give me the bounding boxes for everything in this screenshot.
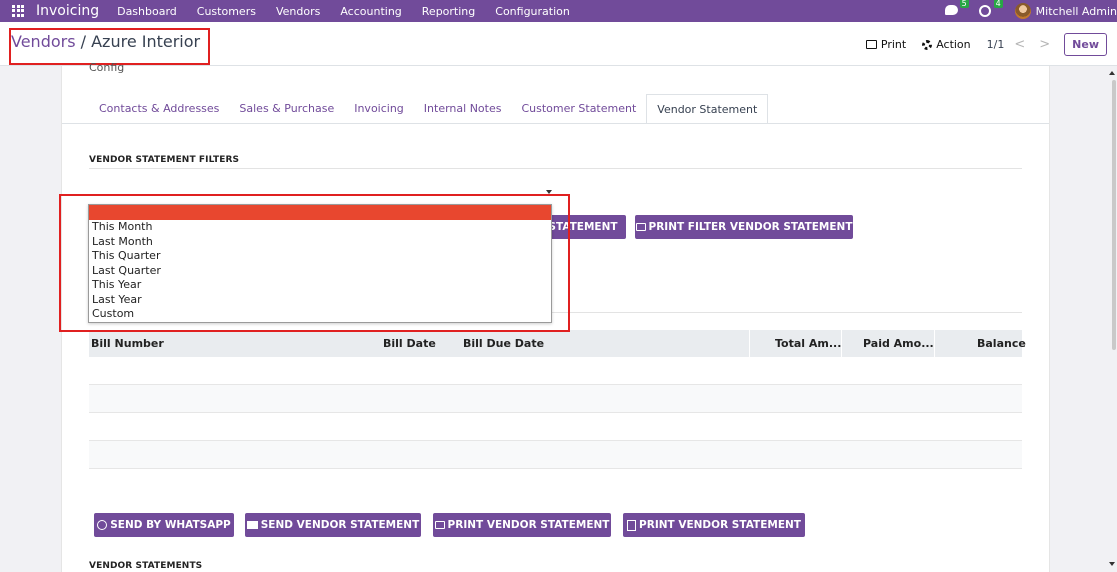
user-avatar[interactable] xyxy=(1014,3,1031,19)
col-bill-due-date[interactable]: Bill Due Date xyxy=(463,337,544,350)
pager-value[interactable]: 1/1 xyxy=(987,38,1005,51)
col-separator xyxy=(749,330,750,357)
printer-icon xyxy=(865,40,877,49)
tab-contacts-addresses[interactable]: Contacts & Addresses xyxy=(89,94,229,124)
col-separator xyxy=(841,330,842,357)
table-row xyxy=(89,357,1022,385)
tab-invoicing[interactable]: Invoicing xyxy=(344,94,414,124)
col-paid-amount[interactable]: Paid Amo... xyxy=(863,337,934,350)
pager-prev-button[interactable]: < xyxy=(1014,37,1025,52)
col-bill-number[interactable]: Bill Number xyxy=(91,337,164,350)
tab-sales-purchase[interactable]: Sales & Purchase xyxy=(229,94,344,124)
menu-accounting[interactable]: Accounting xyxy=(330,5,411,18)
menu-configuration[interactable]: Configuration xyxy=(485,5,580,18)
pdf-file-icon xyxy=(627,519,637,531)
table-row xyxy=(89,441,1022,469)
statements-section-title: VENDOR STATEMENTS xyxy=(89,561,203,571)
scroll-up-arrow-icon[interactable] xyxy=(1109,71,1115,75)
col-bill-date[interactable]: Bill Date xyxy=(383,337,436,350)
tab-customer-statement[interactable]: Customer Statement xyxy=(511,94,646,124)
printer-icon xyxy=(434,521,445,529)
menu-dashboard[interactable]: Dashboard xyxy=(107,5,187,18)
whatsapp-icon xyxy=(97,520,108,530)
scroll-down-arrow-icon[interactable] xyxy=(1109,562,1115,566)
print-filter-vendor-statement-button[interactable]: PRINT FILTER VENDOR STATEMENT xyxy=(635,215,853,239)
messages-badge: 5 xyxy=(959,0,969,8)
tab-vendor-statement[interactable]: Vendor Statement xyxy=(646,94,769,124)
send-by-whatsapp-button[interactable]: SEND BY WHATSAPP xyxy=(94,513,234,537)
print-button[interactable]: Print xyxy=(865,38,907,51)
control-panel-actions: Print Action 1/1 < > New xyxy=(865,33,1107,56)
gear-icon xyxy=(922,39,933,50)
menu-customers[interactable]: Customers xyxy=(187,5,266,18)
menu-reporting[interactable]: Reporting xyxy=(412,5,485,18)
app-brand[interactable]: Invoicing xyxy=(36,3,99,19)
filters-divider xyxy=(89,168,1022,169)
messages-button[interactable]: 5 xyxy=(944,0,969,17)
main-menu: Dashboard Customers Vendors Accounting R… xyxy=(107,5,580,18)
col-separator xyxy=(934,330,935,357)
app-menu-icon[interactable] xyxy=(12,4,25,18)
whatsapp-label: SEND BY WHATSAPP xyxy=(110,519,231,531)
activities-button[interactable]: 4 xyxy=(978,0,1003,17)
col-balance[interactable]: Balance xyxy=(977,337,1026,350)
printer-icon xyxy=(635,223,646,231)
cut-off-label: Config xyxy=(89,61,125,74)
tabs-divider xyxy=(62,123,1049,124)
print-vendor-statement-pdf-button[interactable]: PRINT VENDOR STATEMENT xyxy=(623,513,805,537)
notebook-tabs: Contacts & Addresses Sales & Purchase In… xyxy=(89,94,769,124)
col-total-amount[interactable]: Total Am... xyxy=(775,337,841,350)
scrollbar-thumb[interactable] xyxy=(1112,80,1116,350)
envelope-icon xyxy=(246,521,258,529)
statement-table-header: Bill Number Bill Date Bill Due Date Tota… xyxy=(89,330,1026,357)
menu-vendors[interactable]: Vendors xyxy=(266,5,330,18)
annotation-box-dropdown xyxy=(59,194,570,332)
annotation-box-breadcrumb xyxy=(9,28,210,65)
activities-badge: 4 xyxy=(993,0,1003,8)
action-label: Action xyxy=(936,38,971,51)
print-vendor-statement-button[interactable]: PRINT VENDOR STATEMENT xyxy=(433,513,611,537)
send-vendor-statement-button[interactable]: SEND VENDOR STATEMENT xyxy=(245,513,421,537)
user-name[interactable]: Mitchell Admin xyxy=(1036,5,1117,18)
print-statement-label: PRINT VENDOR STATEMENT xyxy=(447,519,610,531)
new-button[interactable]: New xyxy=(1064,33,1107,56)
print-filter-label: PRINT FILTER VENDOR STATEMENT xyxy=(648,221,853,233)
navbar-systray: 5 4 Mitchell Admin xyxy=(944,0,1117,22)
chat-icon xyxy=(944,5,958,15)
send-statement-label: SEND VENDOR STATEMENT xyxy=(260,519,420,531)
pager-next-button[interactable]: > xyxy=(1039,37,1050,52)
top-navbar: Invoicing Dashboard Customers Vendors Ac… xyxy=(0,0,1117,22)
table-row xyxy=(89,413,1022,441)
print-label: Print xyxy=(880,38,907,51)
clock-icon xyxy=(978,5,991,17)
tab-internal-notes[interactable]: Internal Notes xyxy=(414,94,512,124)
table-row xyxy=(89,385,1022,413)
action-button[interactable]: Action xyxy=(922,38,971,51)
filters-section-title: VENDOR STATEMENT FILTERS xyxy=(89,155,240,165)
print-statement-pdf-label: PRINT VENDOR STATEMENT xyxy=(639,519,801,531)
